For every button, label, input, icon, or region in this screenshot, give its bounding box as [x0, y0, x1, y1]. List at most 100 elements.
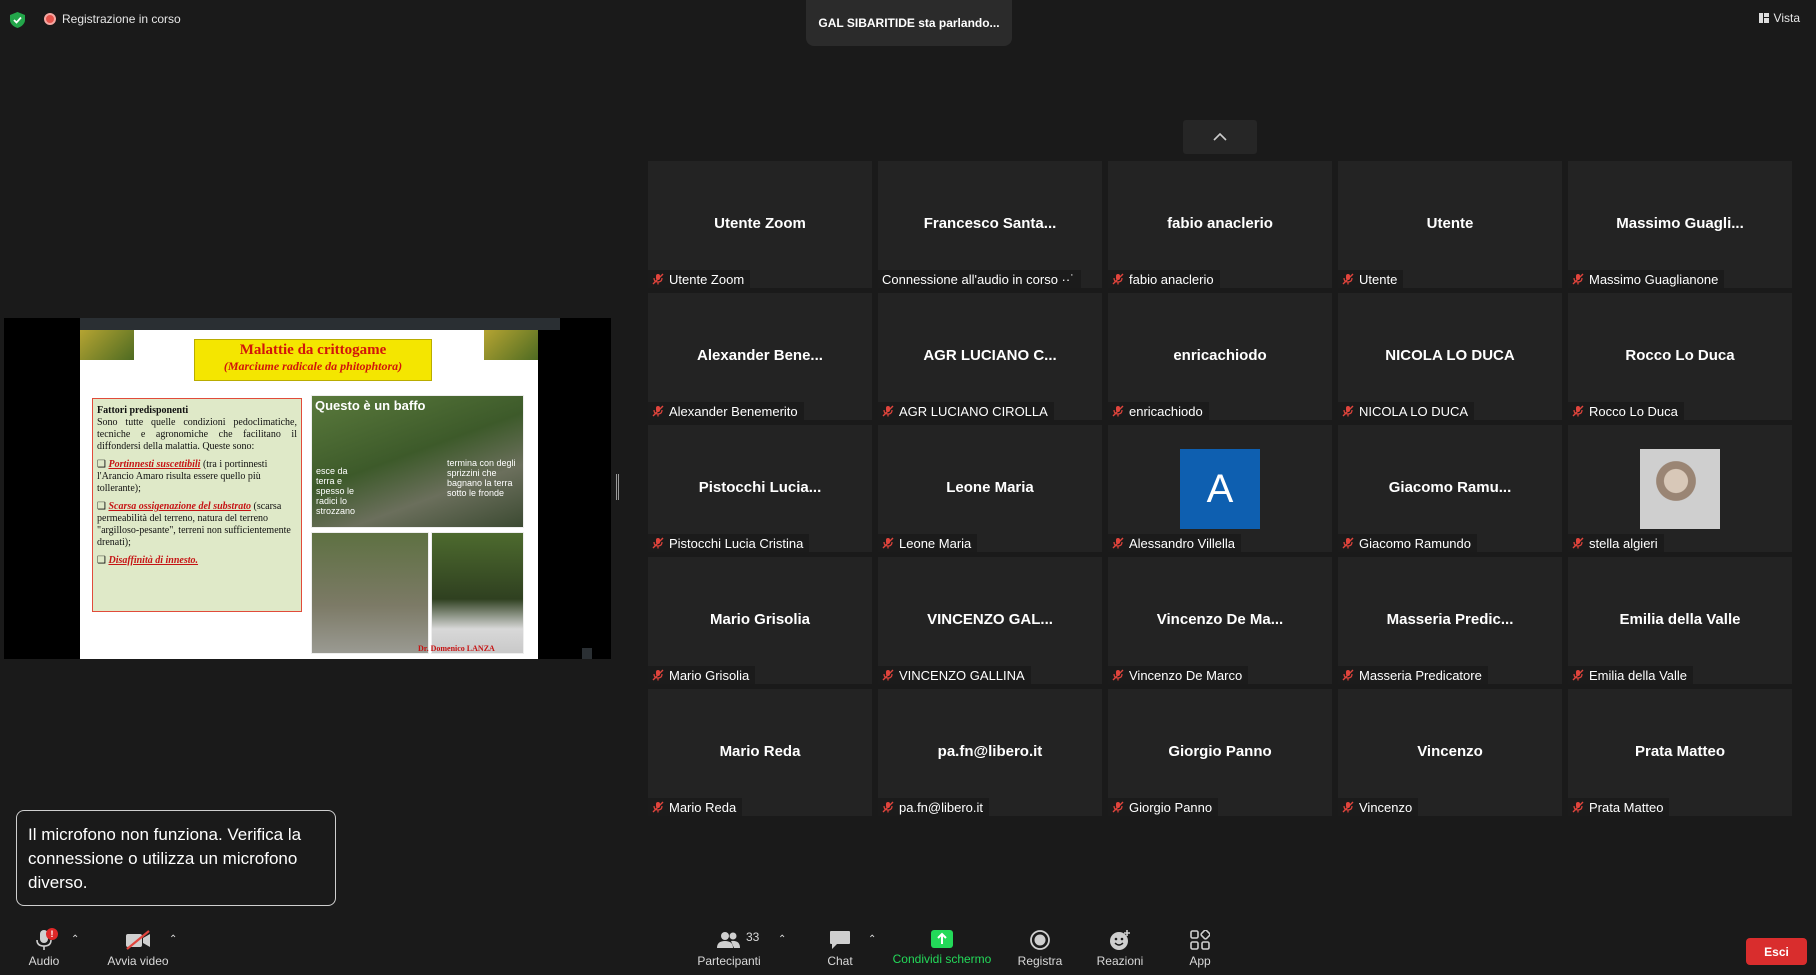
participant-display-name: Rocco Lo Duca [1625, 347, 1735, 364]
participant-name-label: Connessione all'audio in corso ··˙ [878, 270, 1081, 288]
slide-photo-tree-base [431, 532, 524, 654]
participant-tile[interactable]: NICOLA LO DUCA NICOLA LO DUCA [1338, 293, 1562, 420]
participant-name-label-text: Alessandro Villella [1129, 535, 1235, 551]
muted-microphone-icon [1572, 405, 1584, 417]
participant-name-label: Prata Matteo [1568, 798, 1670, 816]
participant-tile[interactable]: Utente Utente [1338, 161, 1562, 288]
participant-name-label-text: Connessione all'audio in corso ··˙ [882, 271, 1075, 287]
video-options-caret-icon[interactable]: ⌃ [169, 934, 177, 945]
participant-name-label-text: Pistocchi Lucia Cristina [669, 535, 804, 551]
participant-tile[interactable]: enricachiodo enricachiodo [1108, 293, 1332, 420]
participant-tile[interactable]: Prata Matteo Prata Matteo [1568, 689, 1792, 816]
participant-name-label: Leone Maria [878, 534, 978, 552]
participant-tile[interactable]: Vincenzo Vincenzo [1338, 689, 1562, 816]
apps-button[interactable]: App [1184, 920, 1216, 975]
muted-microphone-icon [882, 801, 894, 813]
participant-tile[interactable]: Giacomo Ramu... Giacomo Ramundo [1338, 425, 1562, 552]
chat-button[interactable]: Chat [816, 920, 864, 975]
meeting-toolbar: ! Audio ⌃ Avvia video ⌃ Partecipanti 33 … [0, 920, 1816, 975]
participant-tile[interactable]: Francesco Santa... Connessione all'audio … [878, 161, 1102, 288]
participant-tile[interactable]: Masseria Predic... Masseria Predicatore [1338, 557, 1562, 684]
participant-name-label: NICOLA LO DUCA [1338, 402, 1475, 420]
muted-microphone-icon [1572, 801, 1584, 813]
participants-button[interactable]: Partecipanti [696, 920, 762, 975]
participant-tile[interactable]: Giorgio Panno Giorgio Panno [1108, 689, 1332, 816]
participant-display-name: fabio anaclerio [1167, 215, 1273, 232]
video-off-icon [126, 930, 150, 950]
record-button[interactable]: Registra [1014, 920, 1066, 975]
start-video-label: Avvia video [107, 954, 169, 968]
muted-microphone-icon [1342, 405, 1354, 417]
participant-tile[interactable]: Mario Grisolia Mario Grisolia [648, 557, 872, 684]
participants-count: 33 [746, 930, 760, 944]
participant-tile[interactable]: Mario Reda Mario Reda [648, 689, 872, 816]
share-screen-icon [931, 930, 953, 948]
muted-microphone-icon [1342, 801, 1354, 813]
split-resize-handle[interactable] [616, 474, 619, 500]
participant-tile[interactable]: VINCENZO GAL... VINCENZO GALLINA [878, 557, 1102, 684]
recording-dot-icon [44, 13, 56, 25]
start-video-button[interactable]: Avvia video [104, 920, 172, 975]
slide-subtitle: (Marciume radicale da phitophtora) [223, 359, 403, 373]
participant-name-label: Mario Reda [648, 798, 743, 816]
chat-bubble-icon [830, 931, 850, 949]
slide-title-box: Malattie da crittogame (Marciume radical… [194, 339, 432, 381]
audio-label: Audio [28, 954, 60, 968]
participant-name-label: stella algieri [1568, 534, 1664, 552]
chat-options-caret-icon[interactable]: ⌃ [868, 934, 876, 945]
participant-tile[interactable]: stella algieri [1568, 425, 1792, 552]
audio-warning-badge: ! [46, 928, 58, 940]
apps-label: App [1189, 954, 1211, 968]
participant-name-label-text: Prata Matteo [1589, 799, 1664, 815]
share-screen-button[interactable]: Condividi schermo [890, 920, 994, 975]
slide-photo-note-left: esce da terra e spesso le radici lo stro… [316, 466, 356, 516]
view-label: Vista [1773, 11, 1800, 25]
slide-list-item: ❑ Disaffinità di innesto. [97, 555, 199, 566]
participant-tile[interactable]: Leone Maria Leone Maria [878, 425, 1102, 552]
participant-name-label-text: Utente Zoom [669, 271, 745, 287]
participant-name-label-text: Masseria Predicatore [1359, 667, 1482, 683]
audio-options-caret-icon[interactable]: ⌃ [71, 934, 79, 945]
view-button[interactable]: Vista [1758, 11, 1800, 25]
participant-display-name: Prata Matteo [1634, 743, 1726, 760]
participant-display-name: Giorgio Panno [1168, 743, 1272, 760]
reactions-button[interactable]: Reazioni [1092, 920, 1148, 975]
muted-microphone-icon [1112, 801, 1124, 813]
participant-tile[interactable]: A Alessandro Villella [1108, 425, 1332, 552]
meeting-top-bar: Registrazione in corso GAL SIBARITIDE st… [0, 0, 1816, 46]
participant-tile[interactable]: pa.fn@libero.it pa.fn@libero.it [878, 689, 1102, 816]
gallery-page-up-button[interactable] [1183, 120, 1257, 154]
leave-meeting-button[interactable]: Esci [1746, 938, 1807, 965]
participant-tile[interactable]: Massimo Guagli... Massimo Guaglianone [1568, 161, 1792, 288]
participant-tile[interactable]: AGR LUCIANO C... AGR LUCIANO CIROLLA [878, 293, 1102, 420]
participant-tile[interactable]: Rocco Lo Duca Rocco Lo Duca [1568, 293, 1792, 420]
participants-options-caret-icon[interactable]: ⌃ [778, 934, 786, 945]
participant-tile[interactable]: Alexander Bene... Alexander Benemerito [648, 293, 872, 420]
microphone-warning-toast[interactable]: Il microfono non funziona. Verifica la c… [16, 810, 336, 906]
slide-lemon-image-right [484, 330, 538, 360]
participant-name-label: Massimo Guaglianone [1568, 270, 1725, 288]
participant-tile[interactable]: Utente Zoom Utente Zoom [648, 161, 872, 288]
participant-display-name: Utente Zoom [714, 215, 806, 232]
recording-indicator[interactable]: Registrazione in corso [44, 12, 181, 26]
participant-name-label-text: NICOLA LO DUCA [1359, 403, 1469, 419]
participant-tile[interactable]: Vincenzo De Ma... Vincenzo De Marco [1108, 557, 1332, 684]
encryption-shield-icon[interactable] [10, 12, 25, 28]
participant-display-name: Giacomo Ramu... [1388, 479, 1512, 496]
muted-microphone-icon [1112, 537, 1124, 549]
record-label: Registra [1017, 954, 1063, 968]
shared-screen[interactable]: Malattie da crittogame (Marciume radical… [4, 318, 611, 659]
participant-tile[interactable]: Emilia della Valle Emilia della Valle [1568, 557, 1792, 684]
muted-microphone-icon [1342, 669, 1354, 681]
participant-name-label-text: Emilia della Valle [1589, 667, 1688, 683]
participant-tile[interactable]: fabio anaclerio fabio anaclerio [1108, 161, 1332, 288]
participant-name-label-text: enricachiodo [1129, 403, 1203, 419]
slide-author: Dr. Domenico LANZA [418, 644, 495, 653]
participant-name-label-text: Mario Reda [669, 799, 737, 815]
muted-microphone-icon [1342, 273, 1354, 285]
participant-display-name: Mario Reda [719, 743, 801, 760]
shared-screen-corner [582, 648, 592, 659]
audio-button[interactable]: ! Audio [20, 920, 68, 975]
slide-list-item: ❑ Scarsa ossigenazione del substrato (sc… [97, 501, 291, 548]
participant-tile[interactable]: Pistocchi Lucia... Pistocchi Lucia Cristi… [648, 425, 872, 552]
